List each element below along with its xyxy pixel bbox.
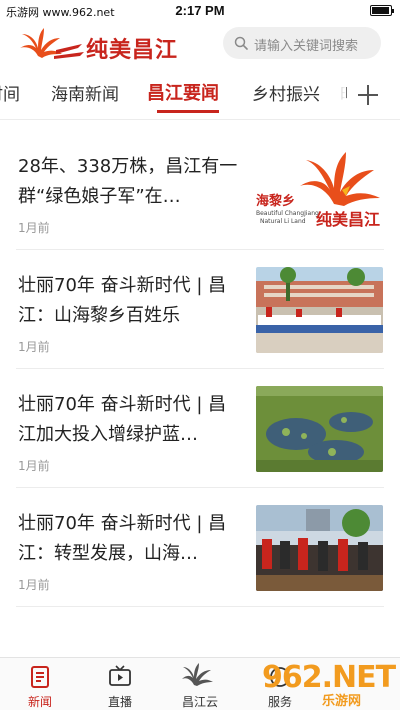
thumb-caption-1: 海黎乡 <box>256 194 296 209</box>
nav-news[interactable]: 新闻 <box>0 658 80 710</box>
status-bar: 乐游网 www.962.net 2:17 PM <box>0 0 400 22</box>
search-bar[interactable]: 请输入关键词搜索 <box>223 27 381 59</box>
active-tab-indicator <box>157 110 219 113</box>
news-item[interactable]: 28年、338万株，昌江有一群“绿色娘子军”在… 1月前 海黎乡 Beautif… <box>16 132 384 250</box>
news-title: 28年、338万株，昌江有一群“绿色娘子军”在… <box>18 156 238 207</box>
news-thumbnail <box>256 386 383 472</box>
tab-changjiang-news[interactable]: 昌江要闻 <box>147 79 219 105</box>
search-icon <box>234 36 248 50</box>
add-channel-button[interactable] <box>347 74 387 114</box>
app-header: 纯美昌江 请输入关键词搜索 <box>0 22 400 66</box>
nav-label: 直播 <box>107 695 132 709</box>
nav-changjiang-cloud[interactable]: 昌江云 <box>160 658 240 710</box>
news-thumbnail <box>256 505 383 591</box>
news-thumbnail <box>256 267 383 353</box>
news-item[interactable]: 壮丽70年 奋斗新时代 | 昌江：转型发展，山海… 1月前 <box>16 489 384 607</box>
thumb-caption-3: Beautiful ChangJiang <box>256 210 319 217</box>
thumb-caption-4: Natural Li Land <box>260 218 306 225</box>
wetland-photo <box>256 386 383 472</box>
tab-fade <box>322 66 346 119</box>
village-crowd-photo <box>256 267 383 353</box>
watermark-site-name: 乐游网 <box>322 694 362 709</box>
tab-hainan-news[interactable]: 海南新闻 <box>51 80 119 105</box>
news-time: 1月前 <box>18 221 50 235</box>
news-title: 壮丽70年 奋斗新时代 | 昌江：转型发展，山海… <box>18 513 227 564</box>
nav-label: 昌江云 <box>181 695 218 709</box>
tab-rural-revival[interactable]: 乡村振兴 <box>252 80 320 105</box>
site-watermark: 962.NET 乐游网 <box>262 658 400 710</box>
tab-partial-left[interactable]: 时间 <box>0 80 20 105</box>
tv-icon <box>109 665 131 686</box>
news-time: 1月前 <box>18 459 50 473</box>
news-time: 1月前 <box>18 578 50 592</box>
category-tabs: 时间 海南新闻 昌江要闻 乡村振兴 时 <box>0 66 400 120</box>
news-title: 壮丽70年 奋斗新时代 | 昌江：山海黎乡百姓乐 <box>18 275 227 326</box>
plus-icon <box>358 85 378 105</box>
news-item[interactable]: 壮丽70年 奋斗新时代 | 昌江：山海黎乡百姓乐 1月前 <box>16 251 384 369</box>
nav-live[interactable]: 直播 <box>80 658 160 710</box>
festival-dance-photo <box>256 505 383 591</box>
flower-logo-icon <box>20 28 84 59</box>
status-time: 2:17 PM <box>175 3 225 18</box>
news-icon <box>31 666 49 688</box>
news-item[interactable]: 壮丽70年 奋斗新时代 | 昌江加大投入增绿护蓝… 1月前 <box>16 370 384 488</box>
nav-label: 新闻 <box>27 695 52 709</box>
battery-icon <box>370 5 394 16</box>
news-thumbnail: 海黎乡 Beautiful ChangJiang Natural Li Land… <box>256 148 383 234</box>
search-placeholder: 请输入关键词搜索 <box>254 39 359 54</box>
thumb-caption-2: 纯美昌江 <box>316 210 381 229</box>
logo-text: 纯美昌江 <box>86 37 179 63</box>
news-time: 1月前 <box>18 340 50 354</box>
flower-logo-icon <box>182 663 213 686</box>
app-logo[interactable]: 纯美昌江 <box>16 26 206 63</box>
news-title: 壮丽70年 奋斗新时代 | 昌江加大投入增绿护蓝… <box>18 394 227 445</box>
